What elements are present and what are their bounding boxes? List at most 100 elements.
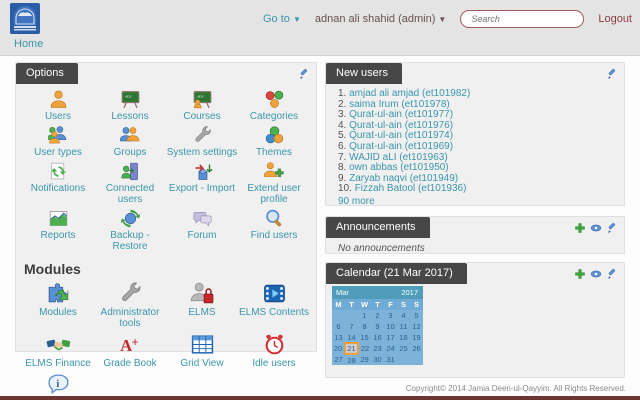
add-plus-icon[interactable]	[574, 221, 586, 239]
elms-icon	[190, 281, 215, 306]
add-plus-icon[interactable]	[574, 267, 586, 285]
calendar-day[interactable]: 26	[410, 343, 423, 354]
options-item[interactable]: Forum	[166, 208, 238, 252]
options-item[interactable]: Backup - Restore	[94, 208, 166, 252]
visibility-eye-icon[interactable]	[590, 221, 602, 239]
breadcrumb-home-link[interactable]: Home	[14, 38, 43, 50]
modules-item[interactable]: A + Grade Book	[94, 332, 166, 369]
edit-pencil-icon[interactable]	[298, 67, 310, 85]
new-user-name: Qurat-ul-ain (et101976)	[349, 119, 454, 131]
courses-icon: abc	[192, 89, 213, 110]
edit-pencil-icon[interactable]	[606, 67, 618, 85]
options-item[interactable]: Notifications	[22, 161, 94, 205]
search-input[interactable]	[460, 10, 585, 28]
calendar-day[interactable]: 25	[397, 343, 410, 354]
calendar-day[interactable]: 19	[410, 332, 423, 343]
modules-item[interactable]: ELMS	[166, 281, 238, 329]
calendar-day[interactable]: 14	[345, 332, 358, 343]
user-menu-dropdown[interactable]: adnan ali shahid (admin) ▼	[315, 13, 446, 25]
modules-item[interactable]: Grid View	[166, 332, 238, 369]
options-item[interactable]: Themes	[238, 125, 310, 158]
calendar-day[interactable]: 27	[332, 354, 345, 365]
calendar-day[interactable]: 22	[358, 343, 371, 354]
calendar-day[interactable]: 18	[397, 332, 410, 343]
new-user-number: 7.	[338, 151, 350, 163]
options-item[interactable]: abc Lessons	[94, 89, 166, 122]
calendar-day[interactable]: 11	[397, 321, 410, 332]
edit-pencil-icon[interactable]	[606, 221, 618, 239]
modules-item[interactable]: ELMS Contents	[238, 281, 310, 329]
options-item[interactable]: Reports	[22, 208, 94, 252]
new-user-number: 8.	[338, 162, 350, 174]
calendar-day[interactable]: 20	[332, 343, 345, 354]
modules-item[interactable]: Idle users	[238, 332, 310, 369]
calendar-day[interactable]: 9	[371, 321, 384, 332]
calendar-day[interactable]: 28	[345, 354, 358, 365]
options-item[interactable]: Extend user profile	[238, 161, 310, 205]
options-item[interactable]: System settings	[166, 125, 238, 158]
calendar-panel: Calendar (21 Mar 2017) Mar 2017 M T W T F S S 1 2 3…	[325, 262, 625, 378]
calendar-day[interactable]: 16	[371, 332, 384, 343]
elms-finance-icon	[46, 332, 71, 357]
calendar-day[interactable]: 1	[358, 310, 371, 321]
options-item[interactable]: Export - Import	[166, 161, 238, 205]
chevron-down-icon: ▼	[438, 15, 447, 24]
calendar-day[interactable]: 29	[358, 354, 371, 365]
calendar-day-selected[interactable]: 21	[344, 342, 359, 355]
options-item[interactable]: abc Courses	[166, 89, 238, 122]
modules-item[interactable]: Modules	[22, 281, 94, 329]
calendar-weekday: T	[345, 299, 358, 310]
options-item[interactable]: Users	[22, 89, 94, 122]
admin-dashboard-page: Home Go to ▼ adnan ali shahid (admin) ▼ …	[0, 0, 640, 400]
calendar-weekday: S	[397, 299, 410, 310]
options-panel: Options Users abc Lessons abc Courses Categor…	[15, 62, 317, 400]
modules-icon	[46, 281, 71, 306]
calendar-day[interactable]: 8	[358, 321, 371, 332]
more-users-link[interactable]: 90 more	[326, 195, 624, 207]
calendar-day[interactable]: 7	[345, 321, 358, 332]
logout-link[interactable]: Logout	[598, 13, 632, 25]
calendar-day[interactable]: 5	[410, 310, 423, 321]
grid-item-label: ELMS	[188, 307, 216, 318]
calendar-day[interactable]: 4	[397, 310, 410, 321]
calendar-day[interactable]: 3	[384, 310, 397, 321]
calendar-day[interactable]: 23	[371, 343, 384, 354]
calendar-day[interactable]: 13	[332, 332, 345, 343]
new-user-name: WAJID aLI (et101963)	[349, 151, 448, 163]
categories-icon	[264, 89, 285, 110]
options-item[interactable]: Categories	[238, 89, 310, 122]
grid-item-label: User types	[34, 147, 82, 158]
info-kiosk-icon: i	[46, 372, 71, 397]
edit-pencil-icon[interactable]	[606, 267, 618, 285]
new-user-link[interactable]: 10. Fizzah Batool (et101936)	[338, 184, 614, 195]
calendar-day[interactable]: 10	[384, 321, 397, 332]
site-logo[interactable]	[10, 3, 40, 34]
new-user-number: 5.	[338, 130, 350, 142]
modules-item[interactable]: Administrator tools	[94, 281, 166, 329]
calendar-day[interactable]: 24	[384, 343, 397, 354]
options-item[interactable]: Connected users	[94, 161, 166, 205]
calendar-day[interactable]: 31	[384, 354, 397, 365]
goto-dropdown[interactable]: Go to ▼	[263, 13, 301, 25]
modules-item[interactable]: ELMS Finance	[22, 332, 94, 369]
calendar-day[interactable]: 6	[332, 321, 345, 332]
announcements-panel-actions	[574, 221, 618, 239]
calendar-day[interactable]: 2	[371, 310, 384, 321]
calendar-day[interactable]: 12	[410, 321, 423, 332]
visibility-eye-icon[interactable]	[590, 267, 602, 285]
calendar-day[interactable]: 17	[384, 332, 397, 343]
grid-item-label: Modules	[39, 307, 77, 318]
notifications-icon	[48, 161, 69, 182]
options-item[interactable]: Groups	[94, 125, 166, 158]
find-users-icon	[264, 208, 285, 229]
svg-text:i: i	[56, 379, 59, 390]
calendar-day[interactable]: 15	[358, 332, 371, 343]
grid-item-label: Connected users	[105, 183, 155, 205]
user-types-icon	[47, 125, 69, 146]
calendar-day[interactable]: 30	[371, 354, 384, 365]
options-item[interactable]: Find users	[238, 208, 310, 252]
calendar-weekday: F	[384, 299, 397, 310]
modules-grid: Modules Administrator tools ELMS ELMS Conte…	[16, 279, 316, 400]
options-item[interactable]: User types	[22, 125, 94, 158]
new-user-number: 10.	[338, 183, 355, 195]
